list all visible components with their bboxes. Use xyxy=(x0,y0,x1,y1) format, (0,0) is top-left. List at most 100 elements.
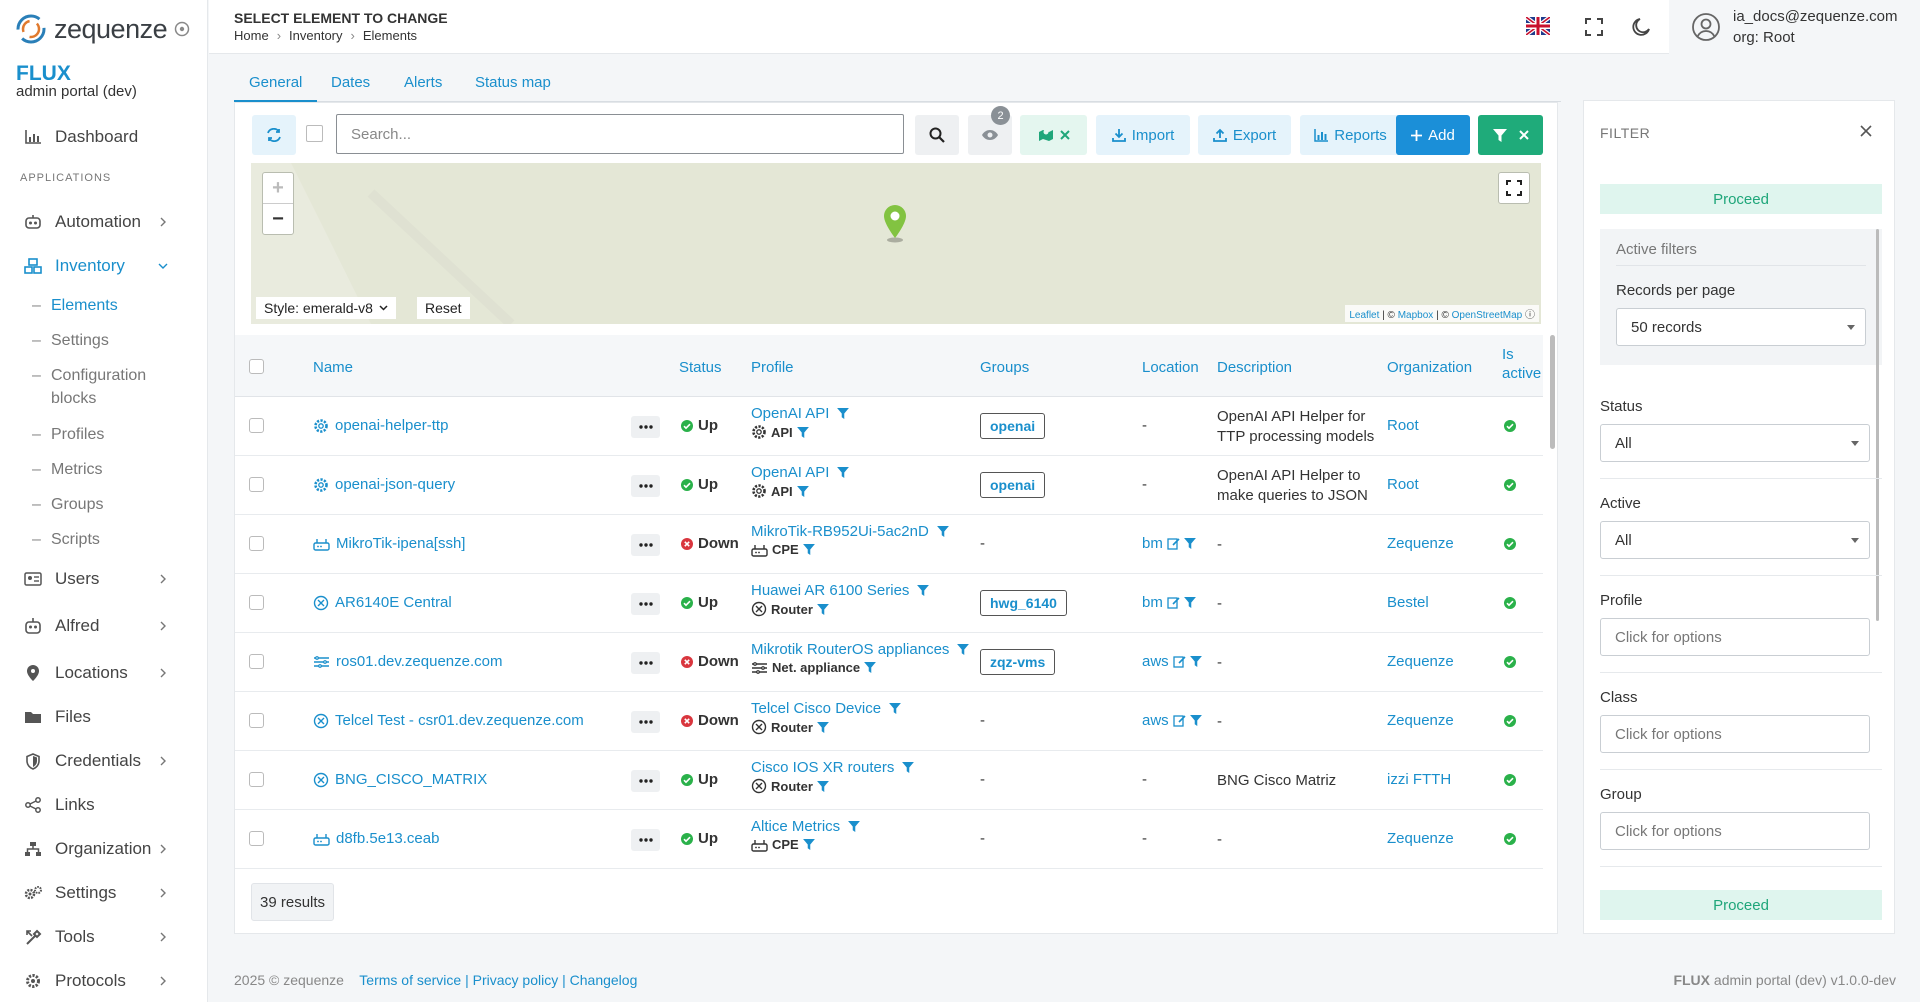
table-row[interactable]: BNG_CISCO_MATRIX Up Cisco IOS XR routers… xyxy=(235,751,1543,810)
profile-link[interactable]: Cisco IOS XR routers xyxy=(751,759,894,776)
sidebar-item-dashboard[interactable]: Dashboard xyxy=(0,119,207,155)
filter-icon[interactable] xyxy=(957,644,970,655)
class-filter-input[interactable]: Click for options xyxy=(1600,715,1870,753)
filter-icon[interactable] xyxy=(796,426,809,438)
element-name-link[interactable]: openai-json-query xyxy=(335,476,455,493)
profile-link[interactable]: Mikrotik RouterOS appliances xyxy=(751,641,949,658)
table-row[interactable]: MikroTik-ipena[ssh] Down MikroTik-RB952U… xyxy=(235,515,1543,574)
row-checkbox[interactable] xyxy=(249,418,264,433)
filter-icon[interactable] xyxy=(902,762,915,773)
row-checkbox[interactable] xyxy=(249,477,264,492)
filter-icon[interactable] xyxy=(864,662,877,673)
sidebar-item-protocols[interactable]: Protocols xyxy=(0,963,207,999)
organization-link[interactable]: Zequenze xyxy=(1387,535,1454,552)
element-name-link[interactable]: MikroTik-ipena[ssh] xyxy=(336,535,465,552)
profile-link[interactable]: OpenAI API xyxy=(751,464,829,481)
edit-icon[interactable] xyxy=(1173,714,1186,727)
filter-icon[interactable] xyxy=(1183,538,1196,549)
organization-link[interactable]: Root xyxy=(1387,417,1419,434)
element-name-link[interactable]: BNG_CISCO_MATRIX xyxy=(335,771,487,788)
sidebar-item-links[interactable]: Links xyxy=(0,787,207,823)
filter-icon[interactable] xyxy=(837,467,850,478)
sidebar-subitem-profiles[interactable]: – Profiles xyxy=(0,423,207,446)
group-badge[interactable]: zqz-vms xyxy=(980,649,1056,675)
profile-link[interactable]: Huawei AR 6100 Series xyxy=(751,582,909,599)
sidebar-item-alfred[interactable]: Alfred xyxy=(0,608,207,644)
filter-icon[interactable] xyxy=(936,526,949,537)
filter-scrollbar[interactable] xyxy=(1876,229,1879,621)
row-actions-button[interactable] xyxy=(631,829,660,851)
sidebar-item-files[interactable]: Files xyxy=(0,699,207,735)
group-badge[interactable]: hwg_6140 xyxy=(980,590,1067,616)
table-scrollbar[interactable] xyxy=(1550,335,1555,449)
row-checkbox[interactable] xyxy=(249,772,264,787)
element-name-link[interactable]: AR6140E Central xyxy=(335,594,452,611)
profile-link[interactable]: OpenAI API xyxy=(751,405,829,422)
sidebar-item-inventory[interactable]: Inventory xyxy=(0,248,207,284)
filter-icon[interactable] xyxy=(1189,656,1202,667)
close-icon[interactable] xyxy=(1860,125,1872,137)
group-badge[interactable]: openai xyxy=(980,413,1046,439)
row-actions-button[interactable] xyxy=(631,711,660,733)
row-checkbox[interactable] xyxy=(249,536,264,551)
element-name-link[interactable]: Telcel Test - csr01.dev.zequenze.com xyxy=(335,712,584,729)
status-filter-select[interactable]: All xyxy=(1600,424,1870,462)
element-name-link[interactable]: d8fb.5e13.ceab xyxy=(336,830,439,847)
table-row[interactable]: ros01.dev.zequenze.com Down Mikrotik Rou… xyxy=(235,633,1543,692)
organization-link[interactable]: izzi FTTH xyxy=(1387,771,1451,788)
sidebar-subitem-elements[interactable]: – Elements xyxy=(0,294,207,317)
filter-icon[interactable] xyxy=(802,544,815,555)
table-row[interactable]: Telcel Test - csr01.dev.zequenze.com Dow… xyxy=(235,692,1543,751)
changelog-link[interactable]: Changelog xyxy=(570,972,638,988)
sidebar-item-credentials[interactable]: Credentials xyxy=(0,743,207,779)
row-actions-button[interactable] xyxy=(631,534,660,556)
records-per-page-select[interactable]: 50 records xyxy=(1616,308,1866,346)
location-link[interactable]: aws xyxy=(1142,653,1169,670)
location-link[interactable]: bm xyxy=(1142,594,1163,611)
location-link[interactable]: aws xyxy=(1142,712,1169,729)
row-checkbox[interactable] xyxy=(249,831,264,846)
target-icon[interactable] xyxy=(174,21,190,37)
location-link[interactable]: bm xyxy=(1142,535,1163,552)
breadcrumb-home[interactable]: Home xyxy=(234,28,269,43)
tab-alerts[interactable]: Alerts xyxy=(389,66,457,102)
terms-link[interactable]: Terms of service xyxy=(359,972,461,988)
row-checkbox[interactable] xyxy=(249,654,264,669)
filter-icon[interactable] xyxy=(889,703,901,714)
profile-link[interactable]: Telcel Cisco Device xyxy=(751,700,881,717)
table-row[interactable]: AR6140E Central Up Huawei AR 6100 Series… xyxy=(235,574,1543,633)
group-filter-input[interactable]: Click for options xyxy=(1600,812,1870,850)
profile-link[interactable]: MikroTik-RB952Ui-5ac2nD xyxy=(751,523,929,540)
organization-link[interactable]: Zequenze xyxy=(1387,830,1454,847)
organization-link[interactable]: Root xyxy=(1387,476,1419,493)
breadcrumb-inventory[interactable]: Inventory xyxy=(289,28,342,43)
tab-status-map[interactable]: Status map xyxy=(460,66,566,102)
user-menu[interactable]: ia_docs@zequenze.com org: Root xyxy=(1669,0,1920,54)
edit-icon[interactable] xyxy=(1167,537,1180,550)
sidebar-item-settings[interactable]: Settings xyxy=(0,875,207,911)
row-checkbox[interactable] xyxy=(249,595,264,610)
profile-filter-input[interactable]: Click for options xyxy=(1600,618,1870,656)
sidebar-subitem-scripts[interactable]: – Scripts xyxy=(0,528,207,551)
sidebar-item-automation[interactable]: Automation xyxy=(0,204,207,240)
row-checkbox[interactable] xyxy=(249,713,264,728)
active-filter-select[interactable]: All xyxy=(1600,521,1870,559)
profile-link[interactable]: Altice Metrics xyxy=(751,818,840,835)
sidebar-subitem-configuration-blocks[interactable]: – Configuration blocks xyxy=(0,364,207,410)
row-actions-button[interactable] xyxy=(631,416,660,438)
tab-general[interactable]: General xyxy=(234,66,318,102)
proceed-button[interactable]: Proceed xyxy=(1600,184,1882,214)
organization-link[interactable]: Zequenze xyxy=(1387,653,1454,670)
filter-icon[interactable] xyxy=(816,780,829,792)
sidebar-subitem-groups[interactable]: – Groups xyxy=(0,493,207,516)
filter-icon[interactable] xyxy=(1183,597,1196,608)
row-actions-button[interactable] xyxy=(631,593,660,615)
edit-icon[interactable] xyxy=(1173,655,1186,668)
filter-icon[interactable] xyxy=(796,485,809,497)
sidebar-subitem-metrics[interactable]: – Metrics xyxy=(0,458,207,481)
element-name-link[interactable]: openai-helper-ttp xyxy=(335,417,448,434)
privacy-link[interactable]: Privacy policy xyxy=(473,972,559,988)
sidebar-subitem-settings[interactable]: – Settings xyxy=(0,329,207,352)
organization-link[interactable]: Zequenze xyxy=(1387,712,1454,729)
fullscreen-icon[interactable] xyxy=(1585,18,1603,36)
